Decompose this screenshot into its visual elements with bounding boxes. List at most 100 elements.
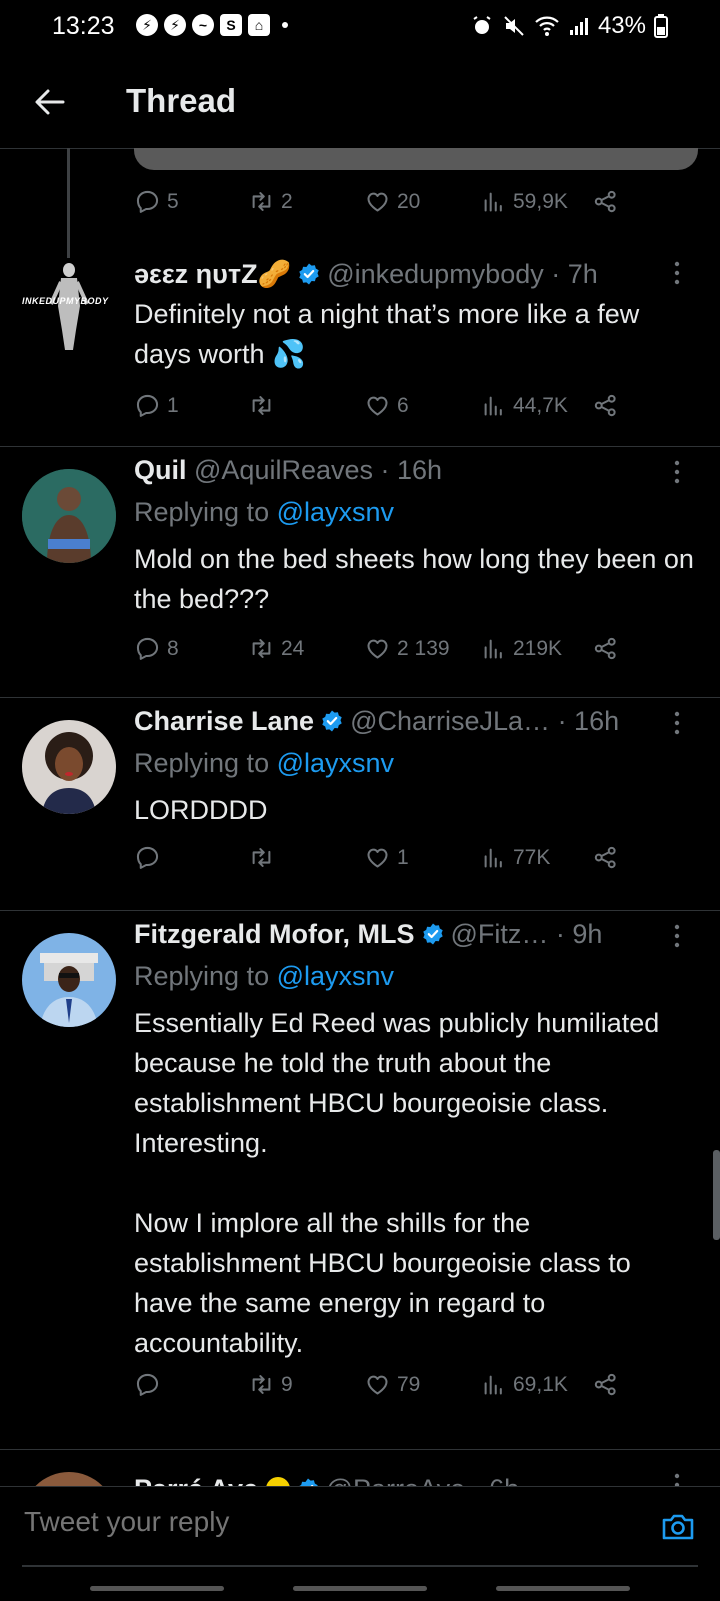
share-button[interactable] xyxy=(592,1371,619,1398)
tweet[interactable]: Parré Ave @ParreAve · 6h xyxy=(0,1450,720,1486)
tweet-header: Parré Ave @ParreAve · 6h xyxy=(134,1474,519,1486)
camera-icon[interactable] xyxy=(660,1509,696,1545)
display-name[interactable]: Quil xyxy=(134,455,187,485)
tweet[interactable]: Charrise Lane @CharriseJLa… · 16h Replyin… xyxy=(0,698,720,911)
tweet[interactable]: INKEDUPMYBODY əεεz ηυтZ🥜 @inkedupmybody ·… xyxy=(0,258,720,447)
views-button[interactable]: 77K xyxy=(480,844,550,871)
like-count: 79 xyxy=(397,1372,421,1396)
retweet-count: 2 xyxy=(281,189,293,213)
replying-to-handle[interactable]: @layxsnv xyxy=(277,497,394,527)
avatar[interactable]: INKEDUPMYBODY xyxy=(22,258,116,352)
tweet-actions: 1 6 44,7K xyxy=(0,392,500,422)
user-handle[interactable]: @CharriseJLa… xyxy=(350,706,550,736)
views-button[interactable]: 219K xyxy=(480,635,562,662)
reply-button[interactable]: 8 xyxy=(134,635,179,662)
verified-badge-icon xyxy=(320,709,344,733)
avatar[interactable] xyxy=(22,933,116,1027)
replying-to-handle[interactable]: @layxsnv xyxy=(277,748,394,778)
nav-handle[interactable] xyxy=(90,1586,224,1591)
more-options-icon[interactable] xyxy=(672,459,682,485)
views-button[interactable]: 59,9K xyxy=(480,188,568,215)
tweet[interactable]: Quil @AquilReaves · 16h Replying to @lay… xyxy=(0,447,720,698)
nav-handle[interactable] xyxy=(496,1586,630,1591)
heart-icon xyxy=(364,392,391,419)
views-button[interactable]: 69,1K xyxy=(480,1371,568,1398)
retweet-icon xyxy=(248,844,275,871)
reply-button[interactable]: 1 xyxy=(134,392,179,419)
more-options-icon[interactable] xyxy=(672,1472,682,1486)
like-button[interactable]: 6 xyxy=(364,392,409,419)
like-button[interactable]: 79 xyxy=(364,1371,420,1398)
nav-handle[interactable] xyxy=(293,1586,427,1591)
avatar[interactable] xyxy=(22,1472,116,1486)
share-icon xyxy=(592,844,619,871)
heart-icon xyxy=(364,635,391,662)
retweet-button[interactable]: 2 xyxy=(248,188,293,215)
views-count: 69,1K xyxy=(513,1372,568,1396)
status-time: 13:23 xyxy=(52,12,115,40)
retweet-button[interactable]: 9 xyxy=(248,1371,293,1398)
previous-tweet-media[interactable] xyxy=(134,148,698,170)
user-handle[interactable]: @AquilReaves xyxy=(194,455,373,485)
display-name[interactable]: əεεz ηυтZ🥜 xyxy=(134,259,291,289)
user-handle[interactable]: @inkedupmybody xyxy=(327,259,544,289)
alarm-icon xyxy=(473,16,491,34)
tweet-header: əεεz ηυтZ🥜 @inkedupmybody · 7h xyxy=(134,258,598,290)
display-name[interactable]: Charrise Lane xyxy=(134,706,314,736)
reply-icon xyxy=(134,635,161,662)
status-bar: 13:23 ⚡ ⚡ ~ S ⌂ 43% xyxy=(0,0,720,52)
scrollbar-thumb[interactable] xyxy=(713,1150,720,1240)
reply-count: 5 xyxy=(167,189,179,213)
notification-icons: ⚡ ⚡ ~ S ⌂ xyxy=(136,14,288,36)
verified-badge-icon xyxy=(296,1477,320,1486)
views-count: 59,9K xyxy=(513,189,568,213)
more-options-icon[interactable] xyxy=(672,710,682,736)
avatar[interactable] xyxy=(22,720,116,814)
more-options-icon[interactable] xyxy=(672,260,682,286)
display-name[interactable]: Parré Ave xyxy=(134,1474,258,1486)
views-icon xyxy=(480,1371,507,1398)
heart-icon xyxy=(364,1371,391,1398)
user-handle[interactable]: @ParreAve xyxy=(326,1474,465,1486)
reply-button[interactable] xyxy=(134,844,167,871)
share-button[interactable] xyxy=(592,844,619,871)
like-button[interactable]: 2 139 xyxy=(364,635,450,662)
reply-icon xyxy=(134,1371,161,1398)
avatar[interactable] xyxy=(22,469,116,563)
share-button[interactable] xyxy=(592,188,619,215)
tweet-reply-input[interactable] xyxy=(22,1505,646,1539)
retweet-count: 9 xyxy=(281,1372,293,1396)
reply-count: 8 xyxy=(167,636,179,660)
lightning-notification-icon: ⚡ xyxy=(136,14,158,36)
reply-button[interactable]: 5 xyxy=(134,188,179,215)
display-name[interactable]: Fitzgerald Mofor, MLS xyxy=(134,919,415,949)
like-count: 20 xyxy=(397,189,421,213)
views-count: 44,7K xyxy=(513,393,568,417)
retweet-button[interactable]: 24 xyxy=(248,635,304,662)
retweet-button[interactable] xyxy=(248,392,281,419)
like-count: 2 139 xyxy=(397,636,450,660)
user-handle[interactable]: @Fitz… xyxy=(451,919,549,949)
tweet-actions: 9 79 69,1K xyxy=(0,1371,500,1401)
more-options-icon[interactable] xyxy=(672,923,682,949)
app-notification-icon: S xyxy=(220,14,242,36)
wifi-icon xyxy=(535,16,559,36)
retweet-icon xyxy=(248,392,275,419)
like-button[interactable]: 1 xyxy=(364,844,409,871)
share-button[interactable] xyxy=(592,392,619,419)
tweet-time: · 7h xyxy=(551,259,598,289)
replying-to-handle[interactable]: @layxsnv xyxy=(277,961,394,991)
replying-to-label: Replying to xyxy=(134,748,270,778)
reply-button[interactable] xyxy=(134,1371,167,1398)
back-arrow-icon[interactable] xyxy=(30,82,70,122)
views-button[interactable]: 44,7K xyxy=(480,392,568,419)
heart-icon xyxy=(364,188,391,215)
retweet-button[interactable] xyxy=(248,844,281,871)
share-icon xyxy=(592,392,619,419)
tweet-actions: 8 24 2 139 219K xyxy=(0,635,500,665)
like-button[interactable]: 20 xyxy=(364,188,420,215)
tweet[interactable]: Fitzgerald Mofor, MLS @Fitz… · 9h Replyin… xyxy=(0,911,720,1450)
share-button[interactable] xyxy=(592,635,619,662)
more-notifications-dot-icon xyxy=(282,22,288,28)
verified-badge-icon xyxy=(297,262,321,286)
